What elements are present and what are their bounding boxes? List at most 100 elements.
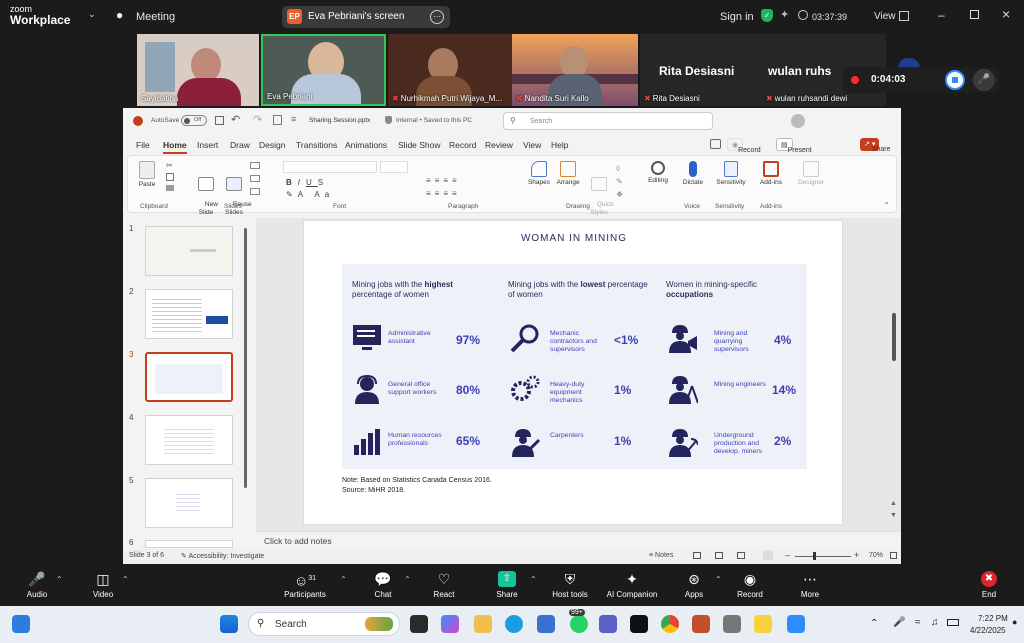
slide-thumbnail[interactable] [145,540,233,548]
app-icon[interactable] [692,615,710,633]
record-button[interactable]: ◉ Record [720,571,780,599]
zoom-slider-thumb[interactable] [813,552,816,560]
format-painter-icon[interactable] [166,185,174,191]
participant-tile[interactable]: Rita Desiasni ✖ Rita Desiasni [640,34,762,106]
designer-button[interactable]: Designer [794,161,828,187]
tab-view[interactable]: View [523,140,541,150]
cut-icon[interactable]: ✂ [166,161,173,170]
slide-thumbnail[interactable] [145,415,233,465]
audio-options-caret[interactable]: ⌃ [56,575,63,584]
share-button[interactable]: ↗ Share ▾ [860,138,891,153]
slide-thumbnail-active[interactable] [145,352,233,402]
reset-icon[interactable] [250,175,260,182]
quick-access-icon[interactable] [273,115,282,125]
add-ins-button[interactable]: Add-ins [756,161,786,187]
edge-icon[interactable] [505,615,523,633]
paste-button[interactable]: Paste [136,161,158,189]
participant-tile[interactable]: ✖ Nandita Suri Kallo [512,34,638,106]
save-icon[interactable] [215,116,224,125]
restore-icon[interactable] [970,10,979,19]
tray-overflow-icon[interactable]: ⌃ [870,618,878,629]
zoom-level[interactable]: 70% [869,552,883,559]
file-explorer-icon[interactable] [474,615,492,633]
taskbar-search[interactable]: ⚲ Search [248,612,400,636]
view-grid-icon[interactable] [899,11,909,21]
more-button[interactable]: ⋯ More [780,571,840,599]
participant-tile-active[interactable]: Eva Pebriani [261,34,386,106]
tab-design[interactable]: Design [259,140,285,150]
participant-tile[interactable]: Sayidatina [137,34,259,106]
volume-icon[interactable]: ♫ [931,617,939,628]
taskbar-time[interactable]: 7:22 PM [978,614,1008,623]
account-avatar[interactable] [791,114,805,128]
autosave-toggle[interactable]: Off [181,115,207,126]
screen-share-pill[interactable]: EP Eva Pebriani's screen ⋯ [282,6,450,28]
app-icon[interactable] [599,615,617,633]
sensitivity-button[interactable]: Sensitivity [713,161,749,187]
undo-icon[interactable]: ↶ [231,113,240,126]
react-button[interactable]: ♡ React [414,571,474,599]
prev-slide-icon[interactable]: ▲ [890,500,897,507]
font-color-icons[interactable]: ✎A Aa [286,190,334,199]
shield-check-icon[interactable]: ✓ [761,9,773,22]
ai-companion-button[interactable]: ✦ AI Companion [596,571,668,599]
present-in-teams-button[interactable]: ▤ Present in Teams [776,138,812,180]
store-icon[interactable] [537,615,555,633]
tab-review[interactable]: Review [485,140,513,150]
tab-animations[interactable]: Animations [345,140,387,150]
chat-options-caret[interactable]: ⌃ [404,575,411,584]
slide[interactable]: WOMAN IN MINING Mining jobs with the hig… [303,220,843,525]
chevron-down-icon[interactable]: ⌄ [88,9,96,20]
end-meeting-button[interactable]: ✖ End [959,571,1019,599]
task-view-icon[interactable] [410,615,428,633]
chrome-icon[interactable] [661,615,679,633]
windows-start-icon[interactable] [220,615,238,633]
layout-icon[interactable] [250,162,260,169]
font-format-icons[interactable]: BIUS [286,178,329,187]
copilot-icon[interactable] [441,615,459,633]
dictate-button[interactable]: Dictate [679,161,707,187]
font-name-select[interactable] [283,161,377,173]
sorter-view-icon[interactable] [715,552,723,559]
shape-fill-icons[interactable]: ◊ ✎ ❖ [616,162,623,201]
slide-thumbnail[interactable] [145,226,233,276]
tab-insert[interactable]: Insert [197,140,218,150]
whatsapp-icon[interactable] [570,615,588,633]
zoom-taskbar-icon[interactable] [787,615,805,633]
minimize-icon[interactable]: – [938,8,945,22]
canvas-scrollbar[interactable] [892,313,896,361]
stop-recording-button[interactable] [945,70,965,90]
slide-thumbnail[interactable] [145,289,233,339]
tray-mic-icon[interactable]: 🎤 [893,617,905,628]
zoom-out-icon[interactable]: – [785,550,790,560]
tab-slide-show[interactable]: Slide Show [398,140,441,150]
tab-home[interactable]: Home [163,140,187,154]
shapes-button[interactable]: Shapes [526,161,552,187]
more-icon[interactable]: ⋯ [430,10,444,24]
customize-icon[interactable]: ≡ [291,114,296,124]
notes-toggle[interactable]: ≡ Notes [649,552,673,559]
tab-draw[interactable]: Draw [230,140,250,150]
wifi-icon[interactable]: ≈ [915,617,921,628]
slide-thumbnail[interactable] [145,478,233,528]
file-name[interactable]: Sharing Session.pptx [309,117,370,124]
host-tools-button[interactable]: ⛨ Host tools [540,571,600,599]
app-icon[interactable] [630,615,648,633]
tab-file[interactable]: File [136,140,150,150]
quick-styles-button[interactable]: Quick Styles [586,161,613,225]
zoom-in-icon[interactable]: + [854,550,859,560]
fit-slide-icon[interactable] [890,552,897,559]
sparkle-icon[interactable]: ✦ [780,8,789,21]
thumbs-scrollbar[interactable] [244,228,247,488]
view-button[interactable]: View [874,11,896,22]
align-icons[interactable]: ≡≡≡≡ [426,189,461,198]
reading-view-icon[interactable] [737,552,745,559]
share-options-caret[interactable]: ⌃ [530,575,537,584]
battery-icon[interactable] [947,619,959,626]
list-icons[interactable]: ≡≡≡≡ [426,176,461,185]
participants-options-caret[interactable]: ⌃ [340,575,347,584]
copy-icon[interactable] [166,173,174,181]
accessibility-status[interactable]: ✎ Accessibility: Investigate [181,552,264,560]
close-icon[interactable]: × [1002,6,1010,22]
participants-button[interactable]: ☺31 Participants [275,571,335,599]
